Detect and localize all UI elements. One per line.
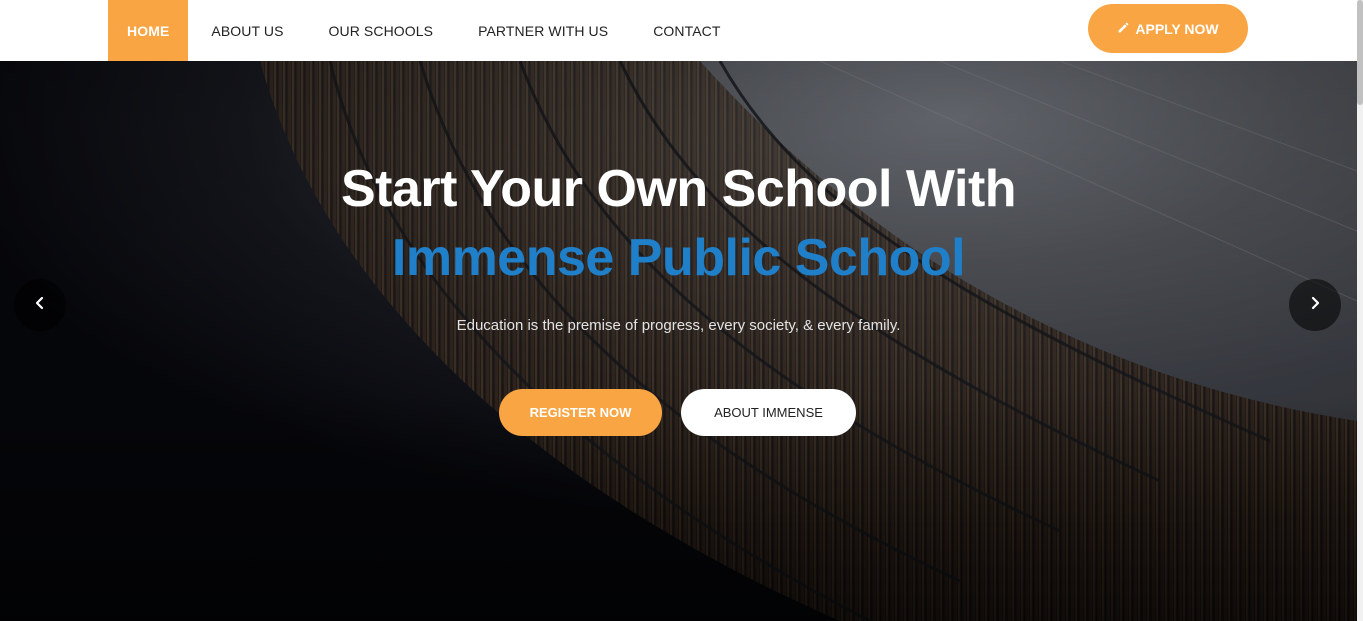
nav-item-home[interactable]: HOME bbox=[108, 0, 189, 61]
hero-subtitle: Education is the premise of progress, ev… bbox=[456, 317, 901, 334]
top-navbar: HOME ABOUT US OUR SCHOOLS PARTNER WITH U… bbox=[0, 0, 1363, 61]
scrollbar-thumb[interactable] bbox=[1357, 0, 1363, 105]
slider-prev-button[interactable] bbox=[14, 279, 66, 331]
nav-item-our-schools[interactable]: OUR SCHOOLS bbox=[307, 0, 456, 61]
main-nav: HOME ABOUT US OUR SCHOOLS PARTNER WITH U… bbox=[108, 0, 743, 61]
nav-item-about-us[interactable]: ABOUT US bbox=[189, 0, 305, 61]
hero-slider: Start Your Own School With Immense Publi… bbox=[0, 61, 1357, 621]
library-background-image bbox=[0, 61, 1357, 621]
hero-title-line1: Start Your Own School With bbox=[340, 160, 1017, 218]
chevron-right-icon bbox=[1308, 296, 1322, 315]
apply-now-label: APPLY NOW bbox=[1135, 20, 1219, 37]
nav-item-contact[interactable]: CONTACT bbox=[631, 0, 742, 61]
about-immense-button[interactable]: ABOUT IMMENSE bbox=[681, 389, 856, 436]
slider-next-button[interactable] bbox=[1289, 279, 1341, 331]
page-scrollbar[interactable] bbox=[1357, 0, 1363, 621]
chevron-left-icon bbox=[33, 296, 47, 315]
register-now-button[interactable]: REGISTER NOW bbox=[499, 389, 662, 436]
hero-title-line2: Immense Public School bbox=[391, 229, 966, 287]
apply-now-button[interactable]: APPLY NOW bbox=[1088, 4, 1248, 53]
pencil-icon bbox=[1117, 21, 1129, 37]
nav-item-partner-with-us[interactable]: PARTNER WITH US bbox=[456, 0, 630, 61]
